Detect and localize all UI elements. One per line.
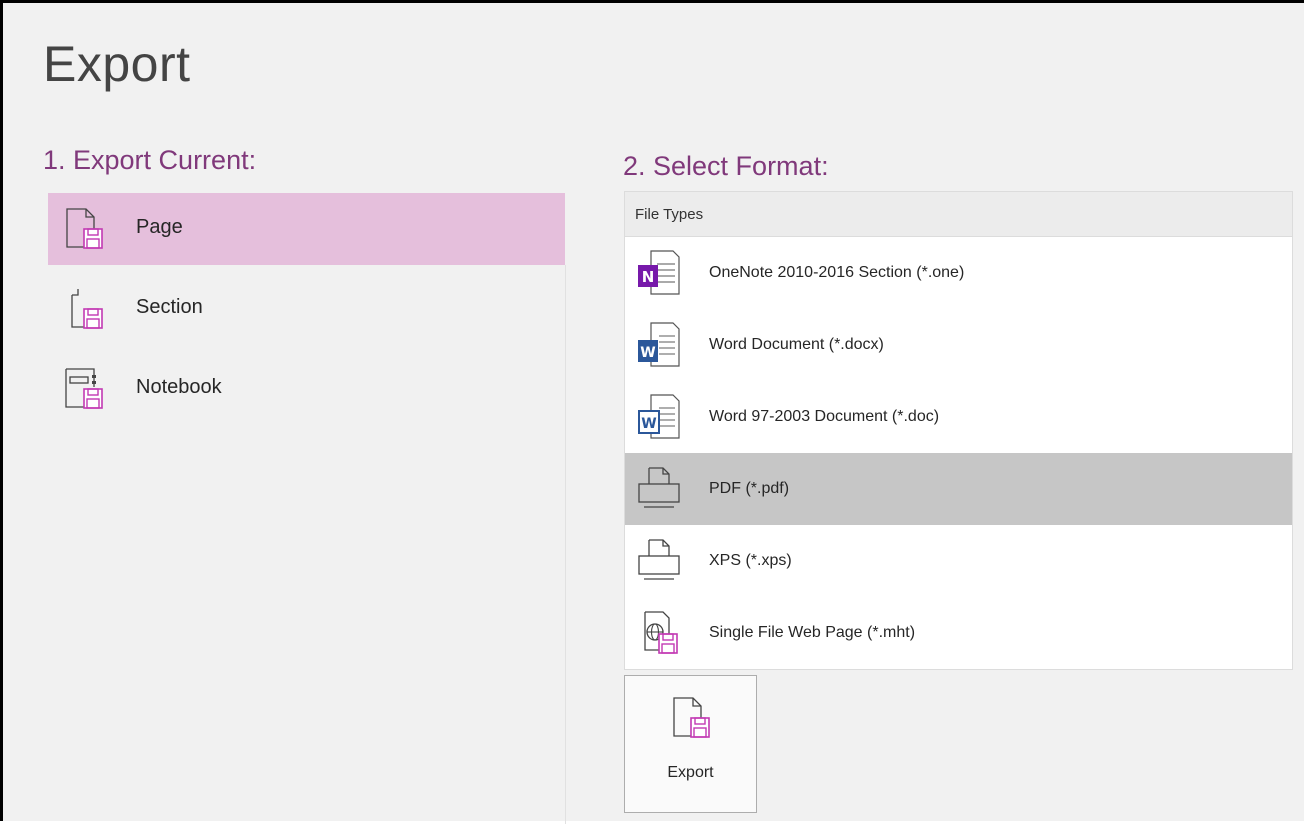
file-types-header: File Types xyxy=(625,192,1292,237)
format-item-pdf[interactable]: PDF (*.pdf) xyxy=(625,453,1292,525)
page-save-icon xyxy=(66,208,103,249)
scope-item-label: Section xyxy=(136,295,203,318)
svg-text:W: W xyxy=(641,416,656,432)
scope-item-notebook[interactable]: Notebook xyxy=(48,353,565,425)
format-item-label: OneNote 2010-2016 Section (*.one) xyxy=(709,264,965,281)
format-item-onenote[interactable]: N OneNote 2010-2016 Section (*.one) xyxy=(625,237,1292,309)
printer-icon xyxy=(638,467,680,508)
format-item-label: Word 97-2003 Document (*.doc) xyxy=(709,408,940,425)
onenote-file-icon: N xyxy=(638,250,680,295)
format-item-word-doc[interactable]: W Word 97-2003 Document (*.doc) xyxy=(625,381,1292,453)
format-item-label: Word Document (*.docx) xyxy=(709,336,884,353)
export-scope-list: Page Section Notebook xyxy=(48,193,565,433)
format-item-label: PDF (*.pdf) xyxy=(709,480,790,497)
select-format-heading: 2. Select Format: xyxy=(623,151,829,181)
svg-text:N: N xyxy=(642,268,655,286)
format-item-mht[interactable]: Single File Web Page (*.mht) xyxy=(625,597,1292,669)
format-item-label: Single File Web Page (*.mht) xyxy=(709,624,916,641)
export-button[interactable]: Export xyxy=(624,675,757,813)
format-item-label: XPS (*.xps) xyxy=(709,552,792,569)
section-save-icon xyxy=(71,289,103,329)
web-page-save-icon xyxy=(644,611,678,654)
export-current-heading: 1. Export Current: xyxy=(43,145,257,175)
printer-icon xyxy=(638,539,680,580)
word-doc-icon: W xyxy=(638,394,680,439)
scope-item-label: Notebook xyxy=(136,375,222,398)
scope-item-section[interactable]: Section xyxy=(48,273,565,345)
svg-text:W: W xyxy=(640,345,655,361)
format-item-xps[interactable]: XPS (*.xps) xyxy=(625,525,1292,597)
column-divider xyxy=(565,265,566,824)
file-types-list: File Types N OneNote 2010-2016 Section (… xyxy=(624,191,1293,670)
notebook-save-icon xyxy=(65,368,103,409)
format-item-word-docx[interactable]: W Word Document (*.docx) xyxy=(625,309,1292,381)
export-button-label: Export xyxy=(667,764,714,781)
scope-item-label: Page xyxy=(136,215,183,238)
export-backstage-panel: Export 1. Export Current: 2. Select Form… xyxy=(0,0,1304,824)
page-title: Export xyxy=(43,36,191,92)
scope-item-page[interactable]: Page xyxy=(48,193,565,265)
export-save-icon xyxy=(672,697,710,738)
word-docx-icon: W xyxy=(638,322,680,367)
